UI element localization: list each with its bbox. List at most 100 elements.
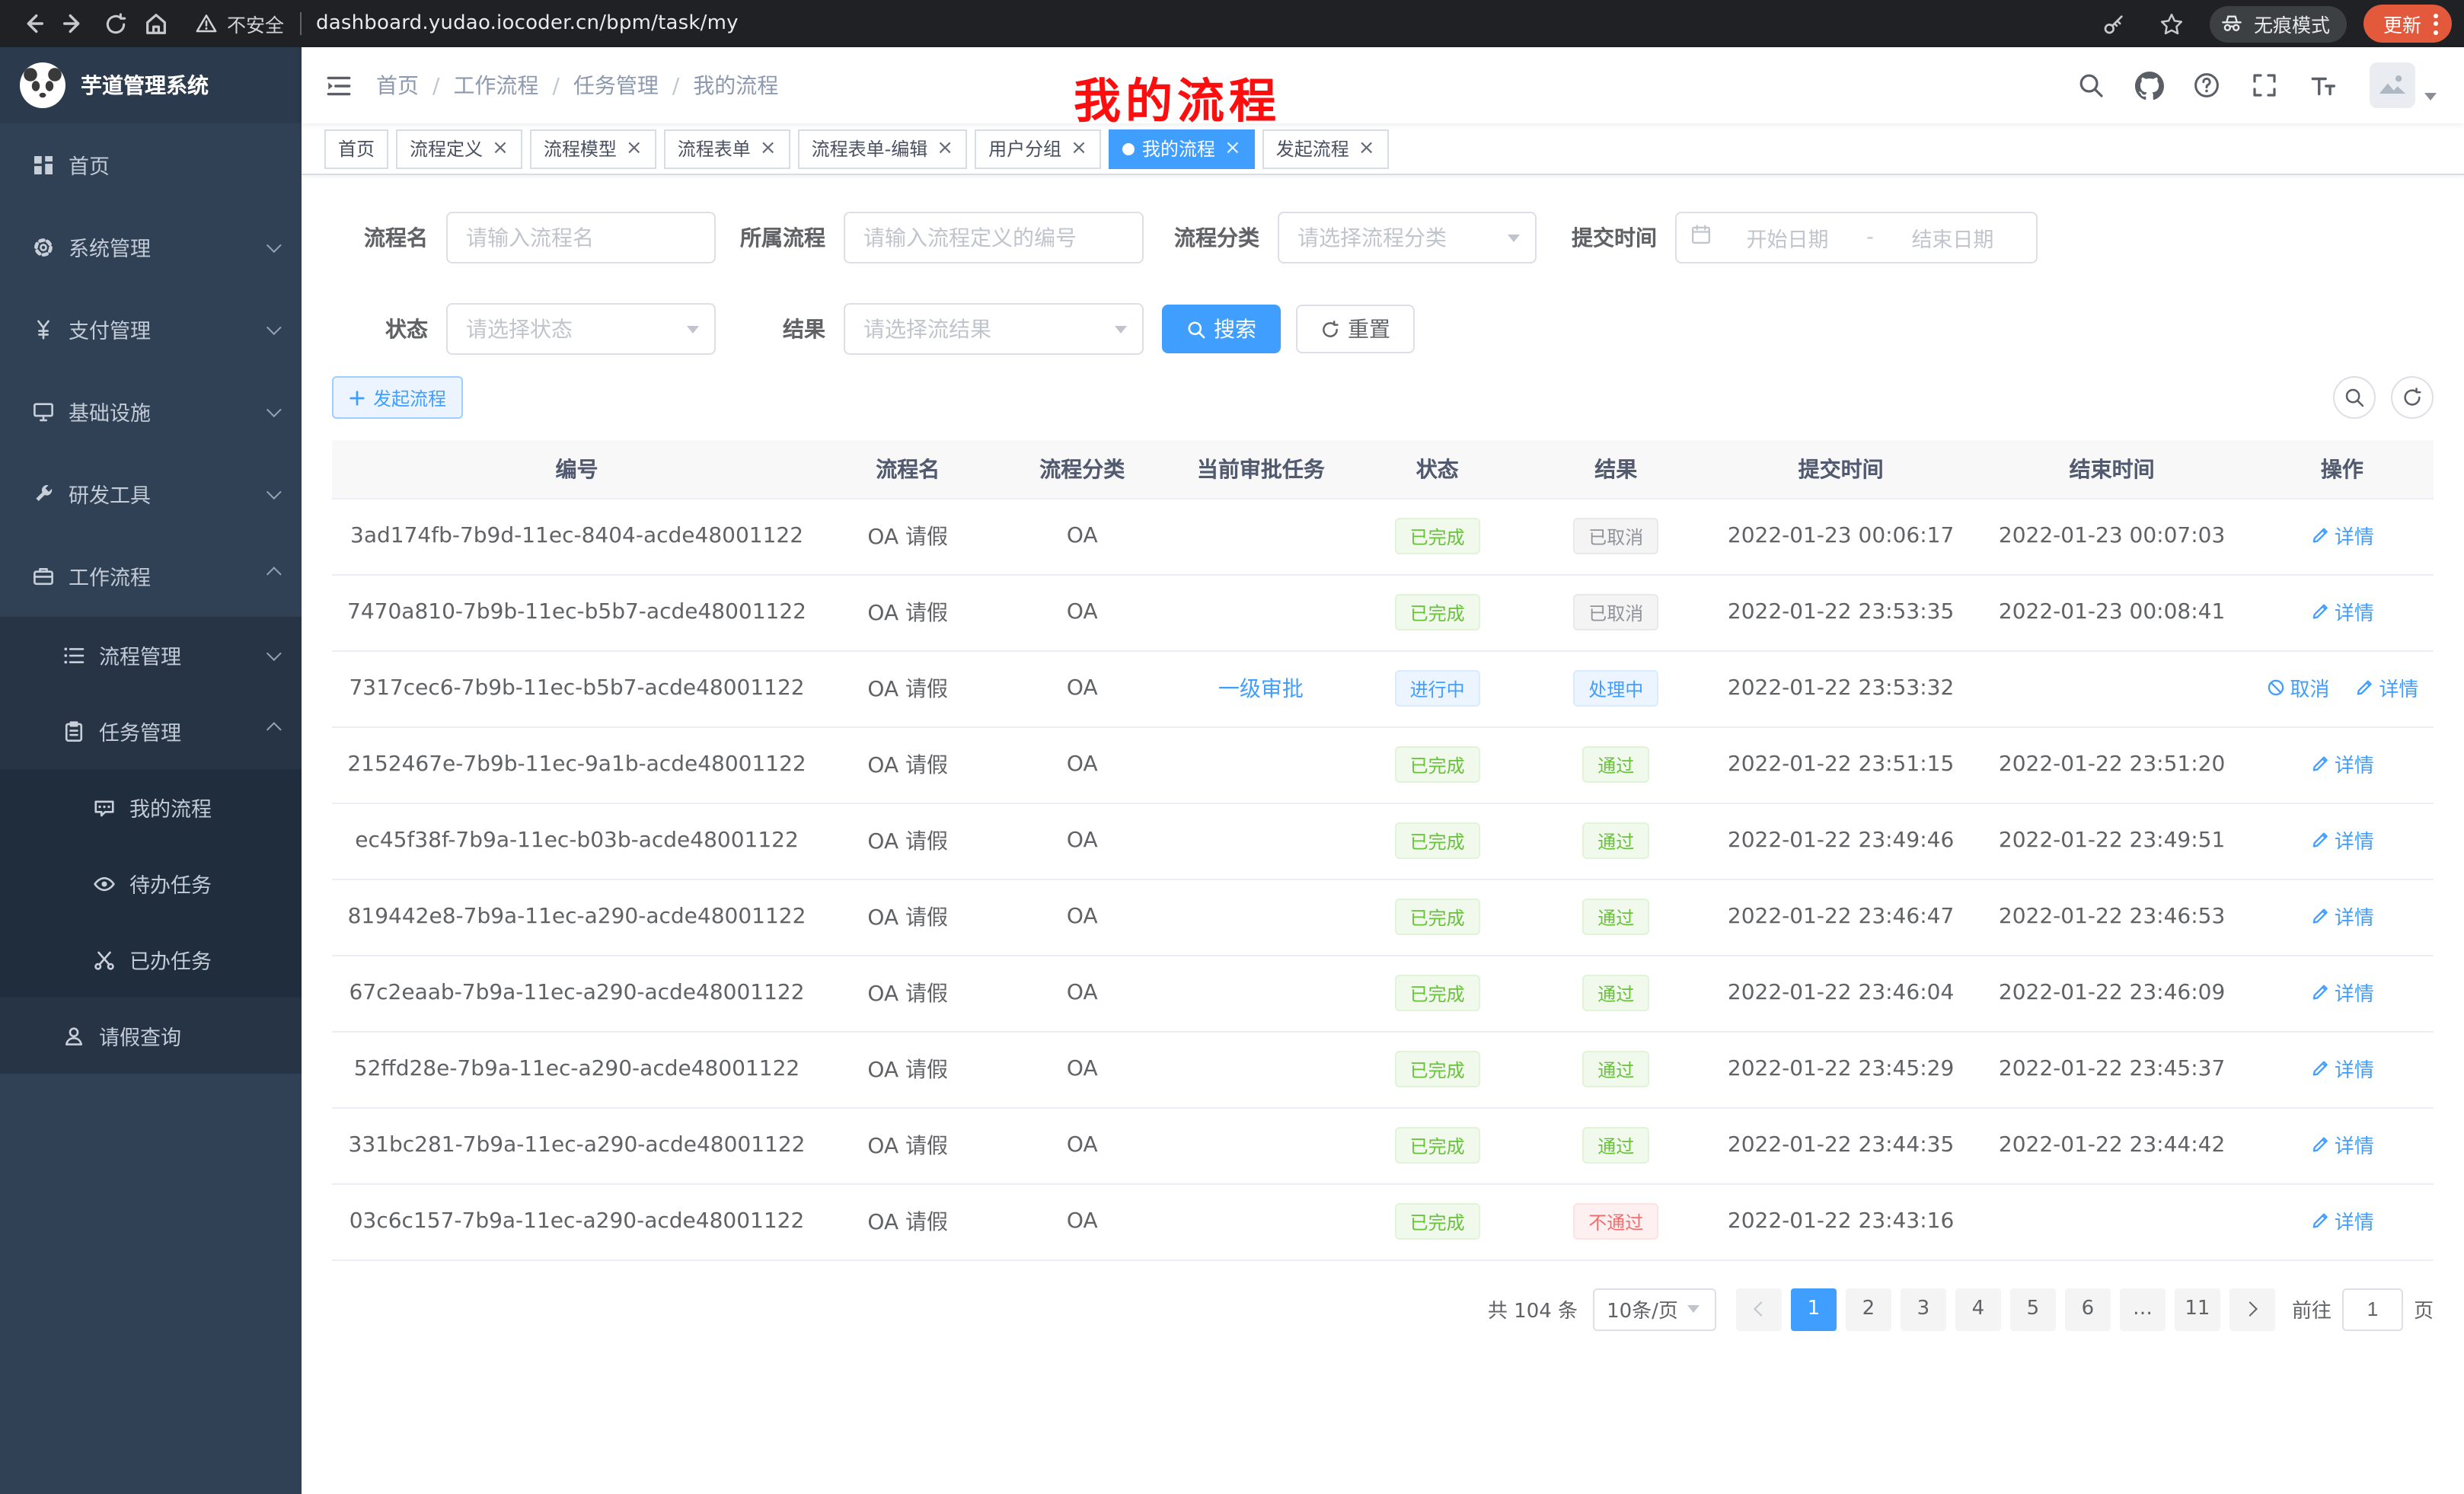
detail-link[interactable]: 详情 (2310, 749, 2374, 778)
page-button[interactable]: 11 (2175, 1288, 2220, 1330)
browser-forward-button[interactable] (53, 3, 94, 44)
sidebar-item[interactable]: 支付管理 (0, 288, 302, 370)
page-button[interactable]: 3 (1901, 1288, 1946, 1330)
breadcrumb-item[interactable]: 我的流程 (659, 70, 778, 101)
page-size-select[interactable]: 10条/页 (1593, 1288, 1716, 1330)
sidebar-item[interactable]: 任务管理 (0, 693, 302, 769)
result-filter-select[interactable]: 请选择流结果 (844, 303, 1144, 355)
create-process-button[interactable]: 发起流程 (332, 376, 463, 419)
page-button[interactable]: 5 (2010, 1288, 2056, 1330)
cancel-link[interactable]: 取消 (2265, 673, 2329, 702)
tab[interactable]: 流程表单-编辑 × (798, 129, 968, 168)
sidebar-item-label: 工作流程 (69, 560, 253, 591)
category-filter-select[interactable]: 请选择流程分类 (1278, 212, 1537, 263)
page-button[interactable]: 4 (1955, 1288, 2001, 1330)
detail-link[interactable]: 详情 (2310, 825, 2374, 854)
page-button[interactable]: 2 (1846, 1288, 1891, 1330)
tab[interactable]: 流程定义 × (396, 129, 522, 168)
tab-close-icon[interactable]: × (626, 139, 643, 158)
tab-label: 流程表单 (678, 136, 751, 161)
sidebar-item[interactable]: 系统管理 (0, 206, 302, 288)
site-security-button[interactable]: 不安全 (195, 9, 284, 38)
sidebar-item[interactable]: 我的流程 (0, 769, 302, 845)
fullscreen-button[interactable] (2242, 58, 2287, 113)
goto-page-input[interactable] (2342, 1288, 2403, 1330)
status-filter-select[interactable]: 请选择状态 (446, 303, 716, 355)
incognito-badge[interactable]: 无痕模式 (2210, 5, 2347, 42)
tab-close-icon[interactable]: × (1071, 139, 1087, 158)
refresh-table-button[interactable] (2391, 376, 2434, 419)
detail-link[interactable]: 详情 (2310, 1130, 2374, 1159)
detail-link[interactable]: 详情 (2354, 673, 2418, 702)
actions-cell: 详情 (2251, 879, 2434, 955)
sidebar-item[interactable]: 工作流程 (0, 535, 302, 617)
help-button[interactable] (2184, 58, 2229, 113)
app-logo-row[interactable]: 芋道管理系统 (0, 47, 302, 123)
breadcrumb-item[interactable]: 工作流程 (419, 70, 538, 101)
browser-home-button[interactable] (136, 3, 177, 44)
detail-link[interactable]: 详情 (2310, 521, 2374, 550)
detail-link[interactable]: 详情 (2310, 902, 2374, 931)
tab[interactable]: 用户分组 × (975, 129, 1101, 168)
submit-time: 2022-01-22 23:45:29 (1709, 1031, 1974, 1107)
breadcrumb-item[interactable]: 首页 (376, 70, 419, 101)
browser-update-button[interactable]: 更新 (2363, 5, 2452, 43)
tab[interactable]: 流程模型 × (530, 129, 656, 168)
breadcrumb-item[interactable]: 任务管理 (538, 70, 658, 101)
sidebar-item[interactable]: 基础设施 (0, 370, 302, 452)
prev-page-button[interactable] (1736, 1288, 1782, 1330)
process-category: OA (994, 1107, 1170, 1183)
edit-icon (2310, 1211, 2330, 1231)
tab[interactable]: 流程表单 × (664, 129, 790, 168)
tab-close-icon[interactable]: × (937, 139, 953, 158)
tab-close-icon[interactable]: × (1358, 139, 1375, 158)
sidebar-item[interactable]: 流程管理 (0, 617, 302, 693)
sidebar-item[interactable]: 首页 (0, 123, 302, 206)
user-menu[interactable] (2370, 62, 2437, 108)
detail-link[interactable]: 详情 (2310, 1206, 2374, 1235)
tab[interactable]: 发起流程 × (1262, 129, 1389, 168)
sidebar-item-label: 流程管理 (99, 640, 253, 670)
sidebar-item-label: 请假查询 (99, 1020, 277, 1051)
sidebar-item[interactable]: 请假查询 (0, 998, 302, 1074)
name-filter-input[interactable] (446, 212, 716, 263)
sidebar-item[interactable]: 研发工具 (0, 452, 302, 535)
header-search-button[interactable] (2068, 58, 2114, 113)
detail-link[interactable]: 详情 (2310, 1054, 2374, 1083)
toggle-search-button[interactable] (2333, 376, 2376, 419)
col-actions: 操作 (2251, 440, 2434, 498)
current-task-link[interactable]: 一级审批 (1218, 678, 1304, 702)
detail-link[interactable]: 详情 (2310, 978, 2374, 1007)
sidebar-item[interactable]: 已办任务 (0, 921, 302, 998)
tab-close-icon[interactable]: × (492, 139, 509, 158)
search-button[interactable]: 搜索 (1162, 305, 1281, 353)
detail-link[interactable]: 详情 (2310, 597, 2374, 626)
reset-button[interactable]: 重置 (1296, 305, 1415, 353)
browser-back-button[interactable] (12, 3, 53, 44)
submit-time-range-picker[interactable]: 开始日期 - 结束日期 (1675, 212, 2038, 263)
page-button[interactable]: 1 (1791, 1288, 1837, 1330)
process-filter-input[interactable] (844, 212, 1144, 263)
chevron-down-icon (1687, 1305, 1700, 1313)
edit-icon (2310, 982, 2330, 1002)
font-size-button[interactable] (2300, 58, 2345, 113)
tab[interactable]: 我的流程 × (1109, 129, 1255, 168)
page-button[interactable]: … (2120, 1288, 2166, 1330)
page-button[interactable]: 6 (2065, 1288, 2111, 1330)
sidebar-item[interactable]: 待办任务 (0, 845, 302, 921)
github-button[interactable] (2126, 58, 2172, 113)
browser-reload-button[interactable] (94, 3, 136, 44)
address-bar[interactable]: dashboard.yudao.iocoder.cn/bpm/task/my (316, 12, 739, 35)
tab[interactable]: 首页 (324, 129, 388, 168)
next-page-button[interactable] (2229, 1288, 2275, 1330)
col-status: 状态 (1352, 440, 1524, 498)
tab-close-icon[interactable]: × (1224, 139, 1241, 158)
table-row: 7317cec6-7b9b-11ec-b5b7-acde48001122 OA … (332, 650, 2434, 726)
password-key-button[interactable] (2094, 3, 2135, 44)
submit-time: 2022-01-22 23:51:15 (1709, 726, 1974, 803)
sidebar-fold-button[interactable] (302, 47, 376, 123)
tab-close-icon[interactable]: × (760, 139, 777, 158)
bookmark-star-button[interactable] (2152, 3, 2193, 44)
actions-cell: 详情 (2251, 803, 2434, 879)
sidebar: 芋道管理系统 首页 系统管理 (0, 47, 302, 1494)
